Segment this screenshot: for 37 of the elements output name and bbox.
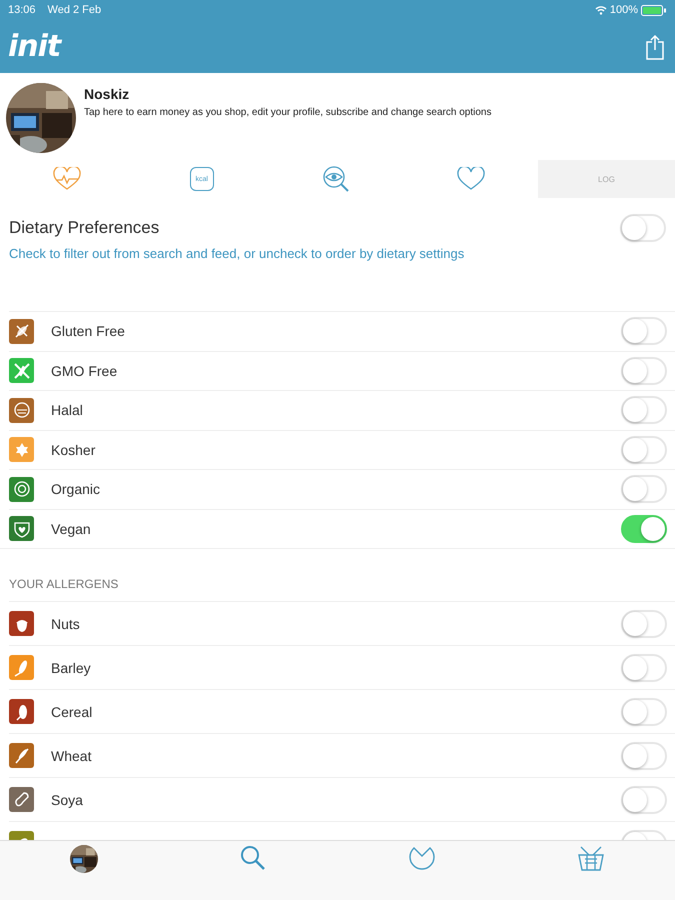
profile-header[interactable]: Noskiz Tap here to earn money as you shop, edit your profile, subscribe and change search options [0,73,675,160]
toggle-switch[interactable] [621,514,667,543]
heart-icon [456,167,485,191]
feed-tab[interactable] [408,845,436,871]
row-label: Gluten Free [51,323,126,340]
row-label: Wheat [51,748,92,764]
search-tab[interactable] [240,845,266,871]
row-label: Vegan [51,520,92,537]
section-subtitle: Check to filter out from search and feed, or uncheck to order by dietary settings [9,246,466,261]
status-time: 13:06 [8,4,36,16]
share-button[interactable] [645,34,665,60]
eye-search-icon [322,165,350,193]
wifi-icon [594,5,607,15]
app-logo: init [8,29,60,64]
row-label: Kosher [51,442,96,458]
row-label: Nuts [51,616,81,632]
row-label: GMO Free [51,362,118,379]
status-date: Wed 2 Feb [48,4,102,16]
profile-name: Noskiz [84,86,130,102]
profile-tab[interactable] [70,845,98,873]
battery-percent: 100% [610,4,638,16]
row-label: Cereal [51,704,94,720]
circle-v-icon [408,845,436,871]
share-icon [645,34,665,60]
row-label: Organic [51,481,102,498]
section-title: Dietary Preferences [9,218,160,238]
basket-tab[interactable] [576,845,606,873]
row-label: Halal [51,402,84,418]
row-label: Soya [51,792,84,808]
heart-pulse-icon [53,167,82,191]
profile-hint: Tap here to earn money as you shop, edit your profile, subscribe and change search options [84,107,492,118]
battery-icon [641,4,667,16]
row-label: Barley [51,660,92,676]
search-icon [240,845,266,871]
section-header: YOUR ALLERGENS [8,576,120,593]
log-tab[interactable]: LOG [538,160,675,198]
basket-icon [576,845,606,873]
